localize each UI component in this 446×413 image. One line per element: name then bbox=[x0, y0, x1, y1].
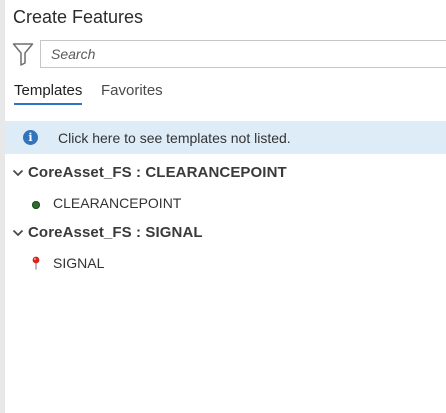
chevron-down-icon[interactable] bbox=[12, 227, 24, 239]
tab-templates-label: Templates bbox=[14, 82, 83, 99]
banner-text: Click here to see templates not listed. bbox=[58, 130, 291, 146]
template-item-signal[interactable]: SIGNAL bbox=[5, 253, 446, 275]
active-tab-indicator bbox=[14, 103, 83, 105]
green-point-symbol-icon bbox=[32, 201, 40, 209]
template-item-clearancepoint[interactable]: CLEARANCEPOINT bbox=[5, 193, 446, 215]
group-label: CoreAsset_FS : CLEARANCEPOINT bbox=[28, 164, 287, 181]
pane-title: Create Features bbox=[13, 7, 144, 27]
search-input[interactable] bbox=[41, 41, 446, 67]
info-icon: i bbox=[23, 130, 38, 145]
group-header-clearancepoint[interactable]: CoreAsset_FS : CLEARANCEPOINT bbox=[5, 163, 446, 185]
template-label: CLEARANCEPOINT bbox=[53, 195, 182, 211]
tab-templates[interactable]: Templates bbox=[14, 82, 83, 105]
chevron-down-icon[interactable] bbox=[12, 167, 24, 179]
red-pin-symbol-icon bbox=[32, 256, 40, 270]
group-label: CoreAsset_FS : SIGNAL bbox=[28, 224, 203, 241]
template-label: SIGNAL bbox=[53, 255, 105, 271]
tab-favorites[interactable]: Favorites bbox=[101, 82, 163, 99]
filter-icon[interactable] bbox=[12, 42, 34, 66]
templates-not-listed-banner[interactable]: i Click here to see templates not listed… bbox=[5, 121, 446, 154]
create-features-pane: Create Features Templates Favorites i Cl… bbox=[0, 0, 446, 413]
tab-favorites-label: Favorites bbox=[101, 82, 163, 99]
group-header-signal[interactable]: CoreAsset_FS : SIGNAL bbox=[5, 223, 446, 245]
search-field[interactable] bbox=[40, 40, 446, 68]
